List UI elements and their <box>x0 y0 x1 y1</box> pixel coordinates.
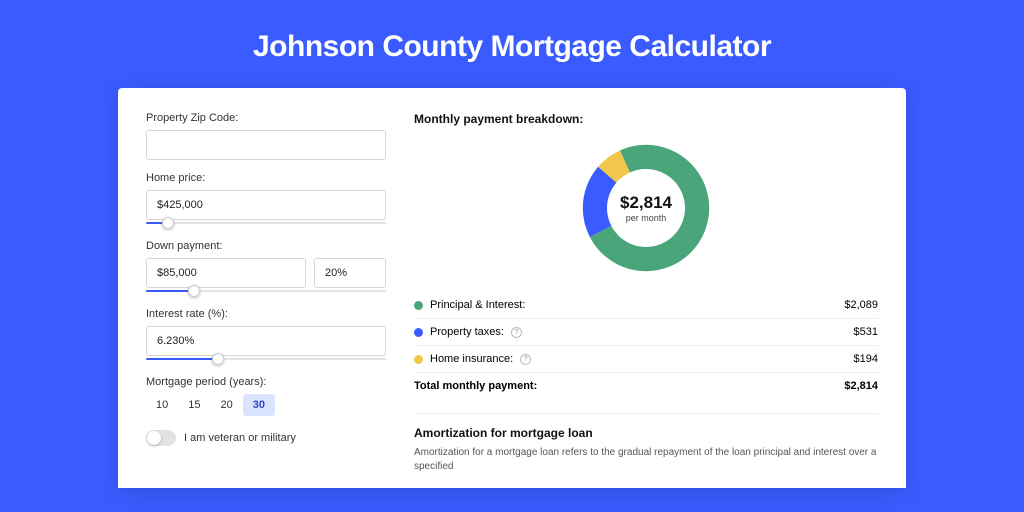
period-option-20[interactable]: 20 <box>211 394 243 416</box>
legend-label: Property taxes: <box>430 326 504 338</box>
slider-thumb[interactable] <box>212 353 224 365</box>
period-label: Mortgage period (years): <box>146 376 386 388</box>
veteran-toggle[interactable] <box>146 430 176 446</box>
period-options: 10152030 <box>146 394 386 416</box>
legend-label: Home insurance: <box>430 353 513 365</box>
page-title: Johnson County Mortgage Calculator <box>0 0 1024 88</box>
info-icon[interactable]: ? <box>520 354 531 365</box>
zip-input[interactable] <box>146 130 386 160</box>
zip-label: Property Zip Code: <box>146 112 386 124</box>
breakdown-panel: Monthly payment breakdown: $2,814 per mo… <box>414 112 878 488</box>
down-payment-label: Down payment: <box>146 240 386 252</box>
slider-thumb[interactable] <box>162 217 174 229</box>
legend-row: Property taxes:? $531 <box>414 319 878 346</box>
interest-field: Interest rate (%): <box>146 308 386 364</box>
amort-title: Amortization for mortgage loan <box>414 426 878 440</box>
home-price-field: Home price: <box>146 172 386 228</box>
interest-label: Interest rate (%): <box>146 308 386 320</box>
period-field: Mortgage period (years): 10152030 <box>146 376 386 416</box>
interest-input[interactable] <box>146 326 386 356</box>
interest-slider[interactable] <box>146 354 386 364</box>
total-value: $2,814 <box>844 380 878 392</box>
down-payment-slider[interactable] <box>146 286 386 296</box>
donut-chart: $2,814 per month <box>414 138 878 278</box>
total-row: Total monthly payment: $2,814 <box>414 373 878 399</box>
zip-field: Property Zip Code: <box>146 112 386 160</box>
slider-thumb[interactable] <box>188 285 200 297</box>
legend-dot <box>414 328 423 337</box>
veteran-row: I am veteran or military <box>146 430 386 446</box>
form-panel: Property Zip Code: Home price: Down paym… <box>146 112 386 488</box>
legend-dot <box>414 301 423 310</box>
period-option-30[interactable]: 30 <box>243 394 275 416</box>
legend-value: $531 <box>854 326 878 338</box>
home-price-label: Home price: <box>146 172 386 184</box>
legend-row: Principal & Interest: $2,089 <box>414 292 878 319</box>
legend-dot <box>414 355 423 364</box>
calculator-card: Property Zip Code: Home price: Down paym… <box>118 88 906 488</box>
veteran-label: I am veteran or military <box>184 432 296 444</box>
legend-row: Home insurance:? $194 <box>414 346 878 373</box>
legend-label: Principal & Interest: <box>430 299 525 311</box>
donut-sub: per month <box>626 213 667 223</box>
down-payment-input[interactable] <box>146 258 306 288</box>
legend-value: $194 <box>854 353 878 365</box>
amortization-section: Amortization for mortgage loan Amortizat… <box>414 413 878 474</box>
info-icon[interactable]: ? <box>511 327 522 338</box>
breakdown-title: Monthly payment breakdown: <box>414 112 878 126</box>
donut-total: $2,814 <box>620 193 672 213</box>
total-label: Total monthly payment: <box>414 380 537 392</box>
period-option-10[interactable]: 10 <box>146 394 178 416</box>
period-option-15[interactable]: 15 <box>178 394 210 416</box>
down-payment-field: Down payment: <box>146 240 386 296</box>
legend-value: $2,089 <box>844 299 878 311</box>
amort-body: Amortization for a mortgage loan refers … <box>414 446 878 474</box>
home-price-slider[interactable] <box>146 218 386 228</box>
home-price-input[interactable] <box>146 190 386 220</box>
down-payment-pct-input[interactable] <box>314 258 386 288</box>
